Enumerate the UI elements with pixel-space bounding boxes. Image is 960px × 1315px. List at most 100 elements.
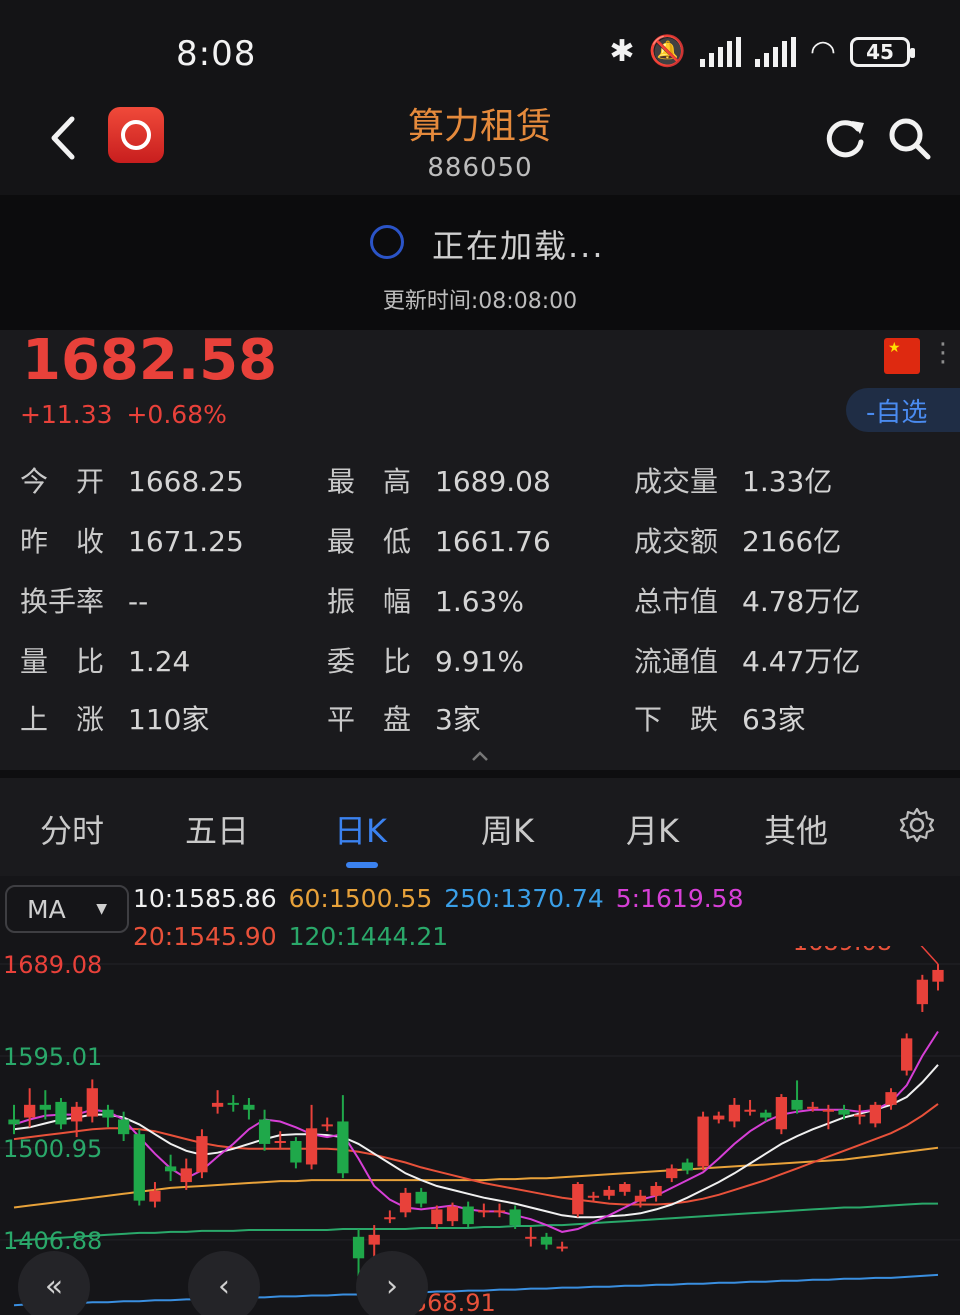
- stat-value: 1.24: [128, 645, 191, 678]
- candle: [681, 1158, 694, 1175]
- search-button[interactable]: [886, 115, 932, 161]
- candle-body: [337, 1121, 349, 1174]
- candle: [55, 1097, 67, 1130]
- candle-body: [305, 1128, 318, 1165]
- stat-value: 1689.08: [435, 465, 551, 498]
- china-flag-icon: ★: [884, 338, 920, 374]
- candle-body: [274, 1141, 286, 1144]
- kline-chart-area: MA ▼ 10:1585.86 60:1500.55 250:1370.74 5:16…: [0, 876, 960, 1315]
- wifi-icon: ◠: [809, 34, 836, 69]
- stat-value: 1671.25: [128, 525, 244, 558]
- stat-value: 1668.25: [128, 465, 244, 498]
- indicator-select[interactable]: MA ▼: [5, 885, 129, 933]
- candle: [415, 1187, 427, 1208]
- change-percent: +0.68%: [126, 400, 227, 429]
- candle-body: [39, 1104, 51, 1110]
- chevron-down-icon: ▼: [96, 901, 107, 917]
- candle-body: [431, 1209, 443, 1225]
- candle: [666, 1164, 678, 1183]
- status-icons: ✱ 🔕 ◠ 45: [609, 34, 915, 69]
- max-price-pointer: [920, 946, 939, 965]
- candle-body: [399, 1192, 412, 1213]
- tab-3[interactable]: 周K: [481, 806, 534, 852]
- candle: [603, 1185, 615, 1200]
- stat-value: 1661.76: [435, 525, 551, 558]
- nav-bar: 算力租赁 886050: [0, 95, 960, 195]
- scroll-left-button[interactable]: ‹: [188, 1251, 260, 1315]
- candle: [572, 1182, 584, 1218]
- candle-body: [822, 1109, 835, 1112]
- candle-body: [8, 1119, 20, 1125]
- stat-value: 4.78万亿: [742, 585, 861, 618]
- stat-label: 成交量: [634, 465, 719, 498]
- tab-5[interactable]: 其他: [764, 806, 828, 852]
- candle-body: [619, 1184, 631, 1192]
- candle-body: [258, 1119, 271, 1144]
- stat-col1-row-1: 昨 收 1671.25: [20, 520, 244, 560]
- candle-body: [791, 1099, 803, 1110]
- stat-value: 4.47万亿: [742, 645, 861, 678]
- candle-body: [415, 1191, 427, 1204]
- stat-col3-row-4: 下 跌 63家: [634, 698, 806, 738]
- candle-body: [55, 1101, 67, 1125]
- tab-1[interactable]: 五日: [185, 806, 249, 852]
- indicator-select-value: MA: [27, 895, 66, 924]
- candle: [869, 1101, 881, 1128]
- candle-body: [384, 1217, 396, 1220]
- candle-body: [807, 1106, 819, 1109]
- candle-body: [102, 1109, 114, 1118]
- candle-body: [760, 1112, 772, 1118]
- candle: [337, 1095, 349, 1179]
- candle-body: [117, 1119, 130, 1135]
- scroll-start-button[interactable]: «: [18, 1251, 90, 1315]
- candle-body: [164, 1166, 177, 1172]
- stat-label: 最 低: [327, 525, 412, 558]
- stat-col3-row-3: 流通值 4.47万亿: [634, 640, 860, 680]
- candle-body: [854, 1114, 866, 1117]
- scroll-right-button[interactable]: ›: [356, 1251, 428, 1315]
- candle: [149, 1182, 161, 1208]
- refresh-button[interactable]: [822, 115, 868, 161]
- kline-chart[interactable]: 1689.081595.011500.951406.881689.081368.…: [0, 946, 960, 1315]
- candle: [775, 1094, 788, 1135]
- candle: [211, 1090, 224, 1114]
- page-title: 算力租赁: [407, 106, 552, 147]
- candle-body: [556, 1246, 568, 1249]
- max-price-label: 1689.08: [793, 946, 892, 956]
- candle: [478, 1203, 490, 1218]
- stat-label: 振 幅: [327, 585, 412, 618]
- candle: [86, 1079, 98, 1123]
- y-axis-label: 1500.95: [3, 1135, 102, 1163]
- stat-label: 下 跌: [634, 703, 719, 736]
- candle: [744, 1099, 756, 1116]
- gear-icon[interactable]: [898, 806, 936, 844]
- candle-body: [462, 1206, 474, 1225]
- candle-body: [540, 1236, 553, 1245]
- stat-col1-row-3: 量 比 1.24: [20, 640, 190, 680]
- remove-watchlist-button[interactable]: -自选: [846, 388, 960, 432]
- ma5-value: 5:1619.58: [615, 884, 744, 913]
- stat-value: 2166亿: [742, 525, 842, 558]
- tab-4[interactable]: 月K: [626, 806, 679, 852]
- stat-value: 9.91%: [435, 645, 524, 678]
- ma10-value: 10:1585.86: [133, 884, 277, 913]
- candle: [227, 1095, 239, 1112]
- candle: [258, 1109, 271, 1151]
- signal-roaming-icon: [754, 36, 796, 67]
- candle-body: [572, 1184, 584, 1215]
- status-time: 8:08: [176, 34, 257, 74]
- candle-body: [196, 1136, 208, 1173]
- stat-col3-row-2: 总市值 4.78万亿: [634, 580, 860, 620]
- candle-body: [728, 1104, 741, 1122]
- candle: [791, 1080, 803, 1114]
- tab-0[interactable]: 分时: [40, 806, 104, 852]
- candle: [196, 1129, 208, 1179]
- candle-body: [509, 1209, 521, 1226]
- stat-value: 1.63%: [435, 585, 524, 618]
- signal-icon: [699, 36, 741, 67]
- mute-icon: 🔕: [648, 34, 686, 69]
- more-options-icon[interactable]: ⋮: [930, 338, 956, 368]
- tab-2[interactable]: 日K: [334, 806, 387, 852]
- candle: [650, 1182, 662, 1202]
- collapse-caret-icon[interactable]: [470, 750, 490, 762]
